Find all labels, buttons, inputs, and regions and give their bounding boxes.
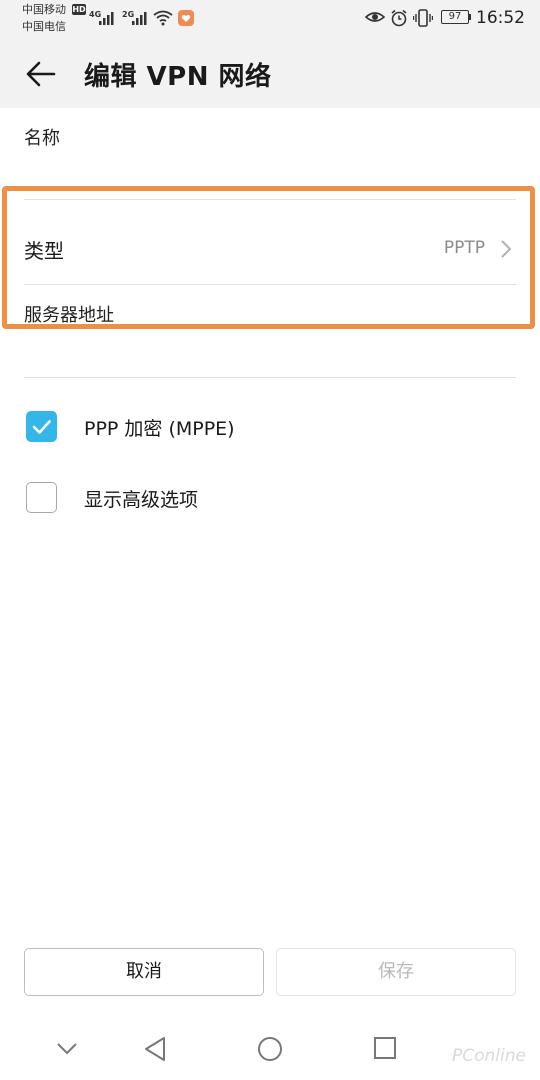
cancel-button[interactable]: 取消 bbox=[24, 948, 264, 996]
watermark: PConline bbox=[452, 1046, 526, 1066]
wifi-icon bbox=[153, 10, 173, 26]
server-label: 服务器地址 bbox=[24, 305, 114, 326]
name-label: 名称 bbox=[24, 128, 60, 149]
type-row[interactable]: 类型 PPTP bbox=[0, 215, 540, 283]
eye-icon bbox=[365, 12, 385, 22]
carrier-2-label: 中国电信 bbox=[22, 20, 66, 33]
arrow-left-icon bbox=[26, 61, 56, 87]
chevron-right-icon bbox=[501, 240, 512, 258]
checkmark-icon bbox=[32, 420, 51, 434]
title-bar: 编辑 VPN 网络 bbox=[0, 40, 540, 108]
save-button[interactable]: 保存 bbox=[276, 948, 516, 996]
status-bar: 中国移动 中国电信 HD 4G 2G 97 16:52 bbox=[0, 0, 540, 40]
signal-icon bbox=[99, 12, 114, 25]
recents-square-icon[interactable] bbox=[373, 1036, 397, 1060]
back-button[interactable] bbox=[24, 57, 58, 91]
alarm-icon bbox=[391, 9, 407, 27]
show-advanced-label: 显示高级选项 bbox=[84, 489, 199, 511]
name-divider bbox=[24, 199, 516, 200]
ppp-encryption-option[interactable]: PPP 加密 (MPPE) bbox=[0, 402, 540, 452]
ppp-encryption-label: PPP 加密 (MPPE) bbox=[84, 418, 235, 440]
notification-icon bbox=[178, 10, 194, 26]
type-divider bbox=[24, 284, 516, 285]
carrier-1-label: 中国移动 bbox=[22, 3, 66, 16]
type-label: 类型 bbox=[24, 239, 64, 263]
server-input[interactable] bbox=[24, 328, 516, 376]
battery-icon: 97 bbox=[441, 10, 469, 24]
show-advanced-checkbox[interactable] bbox=[26, 482, 57, 513]
show-advanced-option[interactable]: 显示高级选项 bbox=[0, 473, 540, 523]
page-title: 编辑 VPN 网络 bbox=[84, 62, 272, 92]
signal-icon bbox=[132, 12, 147, 25]
battery-tip bbox=[469, 14, 471, 20]
ppp-encryption-checkbox[interactable] bbox=[26, 411, 57, 442]
home-circle-icon[interactable] bbox=[257, 1036, 283, 1062]
type-value: PPTP bbox=[443, 238, 485, 258]
name-input[interactable] bbox=[24, 150, 516, 198]
status-time: 16:52 bbox=[476, 8, 525, 28]
back-triangle-icon[interactable] bbox=[143, 1036, 167, 1062]
hd-badge: HD bbox=[72, 4, 86, 15]
server-divider bbox=[24, 377, 516, 378]
vibrate-icon bbox=[413, 9, 433, 27]
chevron-down-icon[interactable] bbox=[56, 1042, 78, 1056]
